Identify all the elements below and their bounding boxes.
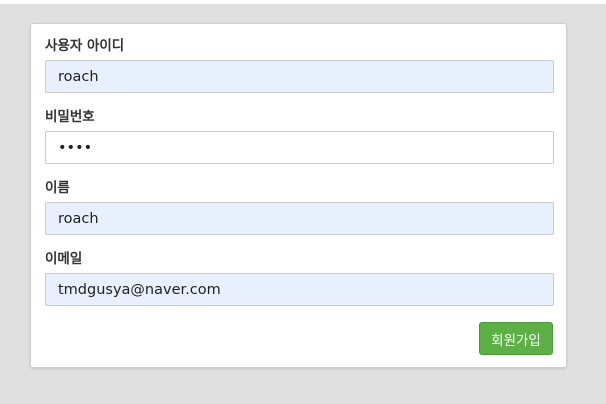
signup-form-card: 사용자 아이디 비밀번호 이름 이메일 회원가입 [30,23,567,368]
password-label: 비밀번호 [45,109,95,125]
username-label: 사용자 아이디 [45,38,125,54]
name-input[interactable] [45,202,554,235]
signup-button[interactable]: 회원가입 [479,322,553,355]
password-input[interactable] [45,131,554,164]
email-input[interactable] [45,273,554,306]
email-label: 이메일 [45,251,83,267]
name-label: 이름 [45,180,70,196]
top-strip [0,0,606,4]
username-input[interactable] [45,60,554,93]
